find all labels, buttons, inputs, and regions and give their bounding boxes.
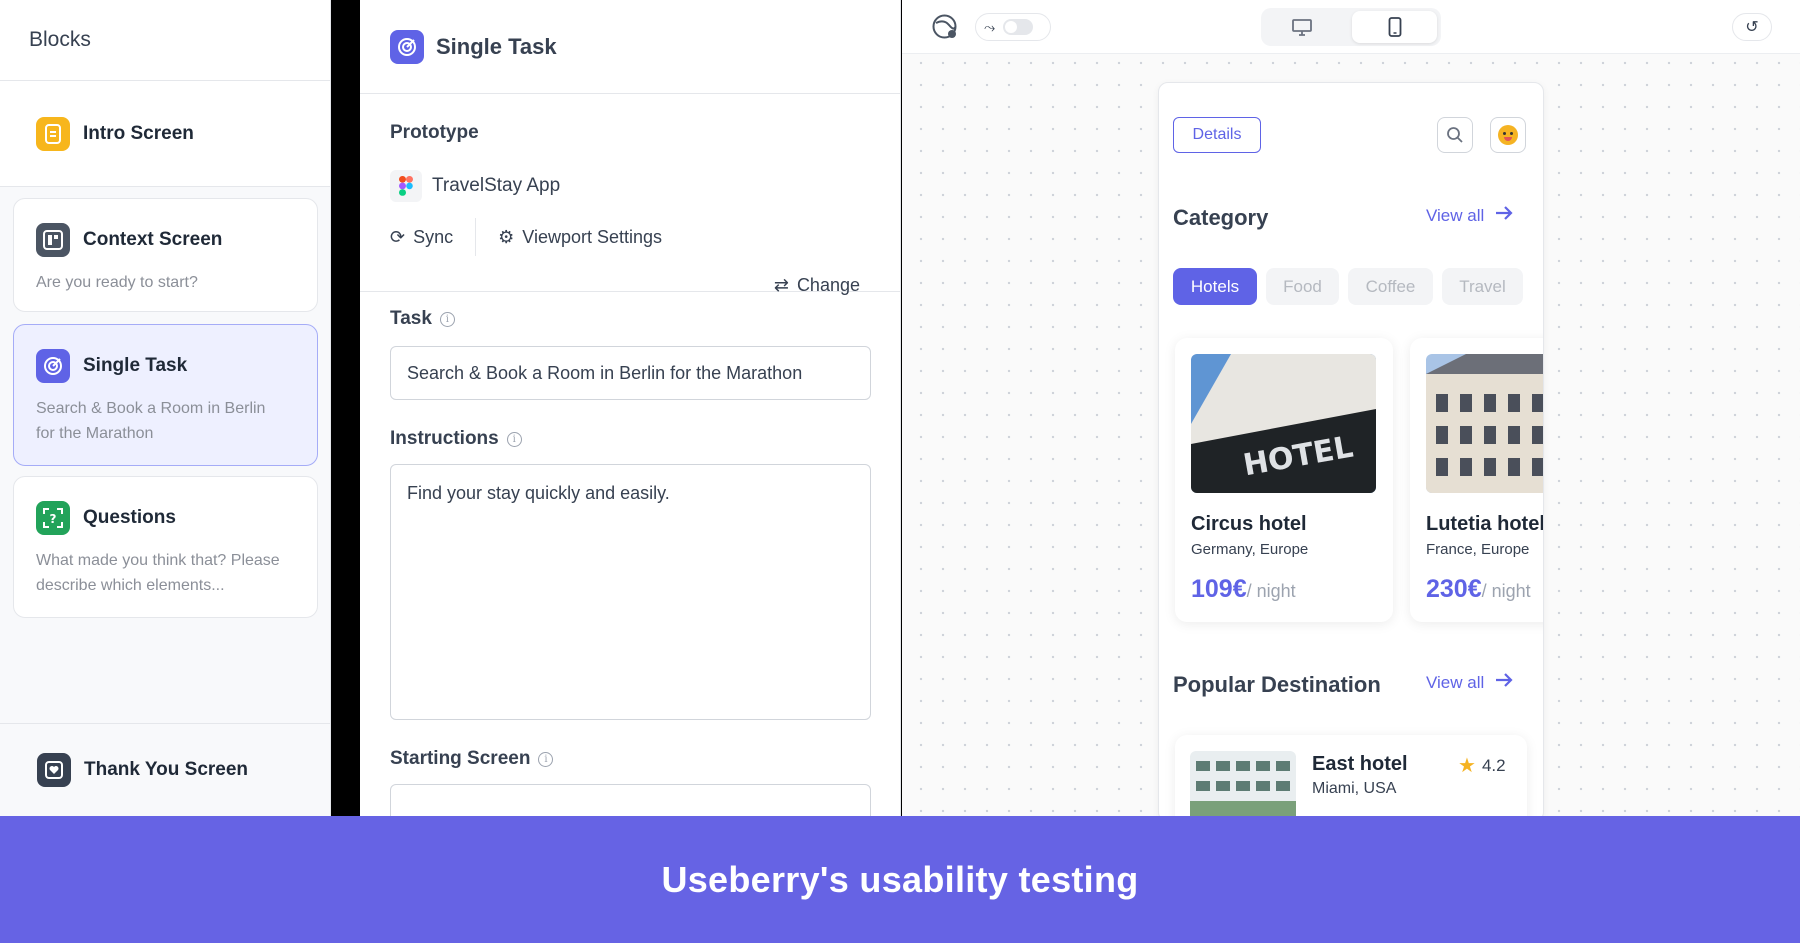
search-icon[interactable] [1437, 117, 1473, 153]
hotspot-toggle[interactable]: ⤳ [975, 13, 1051, 41]
reset-icon[interactable]: ↺ [1732, 13, 1772, 41]
caption-banner: Useberry's usability testing [0, 816, 1800, 943]
context-screen-icon [36, 223, 70, 257]
popular-card[interactable]: East hotel Miami, USA ★ 4.2 [1175, 735, 1527, 821]
starting-screen-label-row: Starting Screen i [390, 748, 554, 770]
prototype-app: TravelStay App [390, 170, 870, 202]
gear-icon: ⚙ [498, 226, 515, 247]
swap-icon: ⇄ [773, 275, 789, 295]
view-all-label: View all [1426, 205, 1485, 225]
popular-hotel-name: East hotel [1312, 753, 1408, 775]
popular-heading: Popular Destination [1173, 672, 1381, 697]
info-icon: i [506, 431, 522, 447]
divider [475, 218, 477, 256]
instructions-textarea[interactable]: Find your stay quickly and easily. [390, 464, 871, 720]
caption-text: Useberry's usability testing [661, 858, 1139, 900]
block-intro-title: Intro Screen [83, 122, 194, 144]
sync-button[interactable]: ⟳ Sync [390, 227, 453, 248]
avatar[interactable] [1490, 117, 1526, 153]
hotel-image: HOTEL [1191, 354, 1376, 493]
category-heading: Category [1173, 205, 1269, 230]
prototype-app-name: TravelStay App [432, 175, 561, 196]
chip-travel[interactable]: Travel [1442, 268, 1523, 305]
sync-label: Sync [413, 226, 454, 247]
task-input[interactable]: Search & Book a Room in Berlin for the M… [390, 346, 871, 400]
instructions-label-row: Instructions i [390, 428, 522, 450]
hotel-name: Lutetia hotel [1426, 513, 1544, 535]
block-thank-you-screen[interactable]: Thank You Screen [0, 723, 330, 816]
block-single-task-desc: Search & Book a Room in Berlin for the M… [36, 400, 266, 442]
block-context-desc: Are you ready to start? [36, 274, 198, 291]
prototype-section: Prototype TravelStay App ⇄ Change ⟳ Sync… [360, 94, 900, 295]
hotel-price: 230€/ night [1426, 575, 1531, 603]
block-questions[interactable]: ? Questions What made you think that? Pl… [13, 476, 318, 618]
sync-icon: ⟳ [390, 226, 406, 247]
figma-icon [390, 170, 422, 202]
hotel-location: Germany, Europe [1191, 541, 1309, 558]
view-all-label: View all [1426, 672, 1485, 692]
question-icon: ? [36, 501, 70, 535]
chip-food[interactable]: Food [1266, 268, 1339, 305]
target-icon [390, 29, 424, 64]
phone-preview: Details Category View all Hotels Food Co… [1158, 82, 1544, 822]
blocks-sidebar: Blocks Intro Screen Context Screen Are y… [0, 0, 331, 816]
popular-hotel-location: Miami, USA [1312, 780, 1397, 797]
preview-toolbar: ⤳ ↺ [902, 0, 1800, 54]
chip-hotels[interactable]: Hotels [1173, 268, 1257, 305]
editor-title: Single Task [436, 33, 557, 59]
block-single-task[interactable]: Single Task Search & Book a Room in Berl… [13, 324, 318, 466]
svg-text:?: ? [50, 512, 57, 526]
change-label: Change [796, 275, 860, 295]
arrow-right-icon [1494, 205, 1514, 226]
block-questions-title: Questions [83, 507, 176, 528]
details-button[interactable]: Details [1173, 117, 1261, 153]
rating-value: 4.2 [1481, 755, 1506, 775]
prototype-actions: ⟳ Sync ⚙ Viewport Settings [390, 218, 870, 256]
document-icon [36, 116, 70, 151]
hotel-location: France, Europe [1426, 541, 1530, 558]
change-button[interactable]: ⇄ Change [774, 275, 860, 296]
phone-icon[interactable] [1352, 11, 1437, 43]
heart-icon [37, 753, 71, 787]
task-label-row: Task i [390, 308, 455, 330]
toggle-switch[interactable] [1003, 19, 1034, 35]
hotel-price: 109€/ night [1191, 575, 1296, 603]
block-intro-screen[interactable]: Intro Screen [0, 81, 330, 187]
target-icon [36, 349, 70, 383]
preview-canvas: ⤳ ↺ Details Category View all Hotels Foo… [902, 0, 1800, 822]
popular-view-all[interactable]: View all [1426, 672, 1514, 693]
category-view-all[interactable]: View all [1426, 205, 1514, 226]
block-single-task-title: Single Task [83, 355, 188, 376]
block-context-title: Context Screen [83, 229, 223, 250]
hotel-image [1426, 354, 1543, 493]
blocks-header: Blocks [0, 0, 330, 81]
arrow-right-icon [1494, 672, 1514, 693]
instructions-label: Instructions [390, 428, 499, 449]
editor-header: Single Task [360, 0, 900, 94]
chip-coffee[interactable]: Coffee [1348, 268, 1433, 305]
device-switcher [1261, 8, 1441, 46]
block-questions-desc: What made you think that? Please describ… [36, 552, 280, 594]
info-icon: i [538, 751, 554, 767]
prototype-label: Prototype [390, 122, 479, 143]
branch-icon: ⤳ [984, 18, 996, 35]
rating: ★ 4.2 [1458, 753, 1506, 778]
star-icon: ★ [1458, 755, 1476, 777]
block-context-screen[interactable]: Context Screen Are you ready to start? [13, 198, 318, 312]
block-thanks-title: Thank You Screen [84, 759, 249, 780]
info-icon: i [439, 311, 455, 327]
viewport-settings-label: Viewport Settings [522, 226, 663, 247]
task-label: Task [390, 308, 432, 329]
hotel-card[interactable]: Lutetia hotel France, Europe 230€/ night [1410, 338, 1544, 622]
editor-panel: Single Task Prototype TravelStay App ⇄ C… [360, 0, 901, 838]
popular-hotel-image [1190, 751, 1296, 821]
viewport-settings-button[interactable]: ⚙ Viewport Settings [498, 227, 662, 248]
monitor-icon[interactable] [1291, 16, 1313, 38]
heatmap-toggle-icon[interactable] [931, 13, 958, 40]
hotel-name: Circus hotel [1191, 513, 1307, 535]
hotel-card[interactable]: HOTEL Circus hotel Germany, Europe 109€/… [1175, 338, 1393, 622]
starting-screen-label: Starting Screen [390, 748, 531, 769]
